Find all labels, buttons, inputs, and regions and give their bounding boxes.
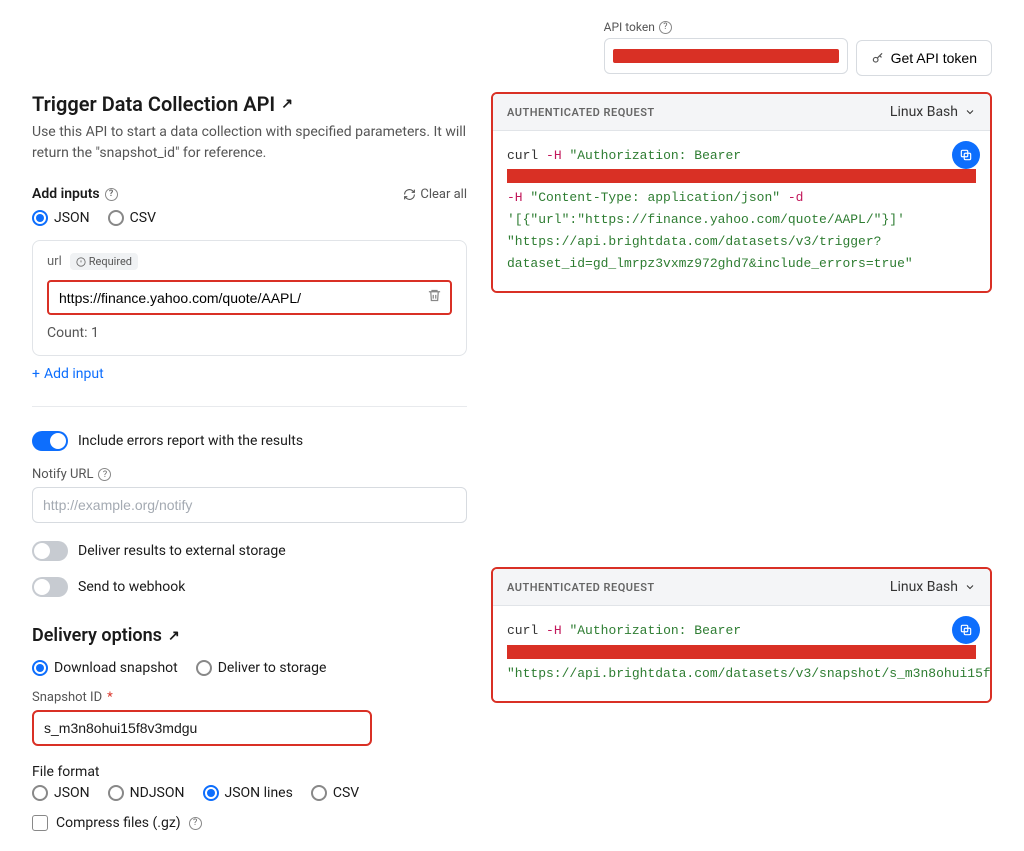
code-body: curl -H "Authorization: Bearer "https://…: [493, 606, 990, 700]
refresh-icon: [403, 188, 416, 201]
file-format-label: File format: [32, 764, 467, 780]
url-input[interactable]: [57, 289, 427, 307]
redacted-token: [507, 645, 976, 659]
radio-icon: [203, 785, 219, 801]
api-token-input[interactable]: [604, 38, 848, 74]
external-link-icon: ↗: [281, 96, 293, 112]
plus-icon: +: [32, 366, 40, 382]
trigger-api-title: Trigger Data Collection API ↗: [32, 92, 467, 116]
radio-file-ndjson[interactable]: NDJSON: [108, 785, 185, 801]
language-select[interactable]: Linux Bash: [890, 579, 976, 595]
trigger-code-panel: AUTHENTICATED REQUEST Linux Bash curl -H…: [491, 92, 992, 293]
info-icon: [76, 257, 86, 267]
notify-url-label: Notify URL ?: [32, 467, 467, 482]
help-icon: ?: [189, 817, 202, 830]
url-field-label: url: [47, 254, 62, 269]
api-token-label: API token ?: [604, 20, 848, 34]
key-icon: [871, 51, 885, 65]
compress-label: Compress files (.gz): [56, 815, 181, 831]
radio-file-csv[interactable]: CSV: [311, 785, 359, 801]
copy-icon: [959, 623, 973, 637]
help-icon: ?: [105, 188, 118, 201]
snapshot-id-label: Snapshot ID *: [32, 690, 467, 705]
notify-url-input[interactable]: [32, 487, 467, 523]
clear-all-button[interactable]: Clear all: [403, 187, 467, 202]
get-api-token-button[interactable]: Get API token: [856, 40, 992, 76]
webhook-toggle[interactable]: [32, 577, 68, 597]
delivery-options-title: Delivery options ↗: [32, 625, 467, 646]
count-row: Count: 1: [47, 325, 452, 341]
radio-icon: [108, 210, 124, 226]
help-icon: ?: [659, 21, 672, 34]
compress-checkbox[interactable]: [32, 815, 48, 831]
trigger-api-description: Use this API to start a data collection …: [32, 122, 467, 164]
code-panel-title: AUTHENTICATED REQUEST: [507, 106, 655, 119]
redacted-token: [507, 169, 976, 183]
radio-csv[interactable]: CSV: [108, 210, 156, 226]
radio-file-jsonlines[interactable]: JSON lines: [203, 785, 293, 801]
include-errors-label: Include errors report with the results: [78, 433, 303, 449]
chevron-down-icon: [964, 106, 976, 118]
delivery-mode-radios: Download snapshot Deliver to storage: [32, 660, 467, 676]
code-panel-title: AUTHENTICATED REQUEST: [507, 581, 655, 594]
help-icon: ?: [98, 468, 111, 481]
copy-icon: [959, 148, 973, 162]
add-input-button[interactable]: + Add input: [32, 366, 467, 382]
radio-icon: [32, 660, 48, 676]
chevron-down-icon: [964, 581, 976, 593]
trash-icon[interactable]: [427, 288, 442, 307]
radio-icon: [311, 785, 327, 801]
webhook-label: Send to webhook: [78, 579, 185, 595]
radio-icon: [32, 785, 48, 801]
required-badge: Required: [70, 253, 138, 270]
external-storage-toggle[interactable]: [32, 541, 68, 561]
radio-download-snapshot[interactable]: Download snapshot: [32, 660, 178, 676]
language-select[interactable]: Linux Bash: [890, 104, 976, 120]
radio-icon: [196, 660, 212, 676]
divider: [32, 406, 467, 407]
input-format-radios: JSON CSV: [32, 210, 467, 226]
snapshot-code-panel: AUTHENTICATED REQUEST Linux Bash curl -H…: [491, 567, 992, 702]
external-storage-label: Deliver results to external storage: [78, 543, 286, 559]
radio-deliver-to-storage[interactable]: Deliver to storage: [196, 660, 327, 676]
copy-button[interactable]: [952, 141, 980, 169]
include-errors-toggle[interactable]: [32, 431, 68, 451]
url-input-wrap: [47, 280, 452, 315]
input-card: url Required Count: 1: [32, 240, 467, 356]
external-link-icon: ↗: [168, 628, 180, 644]
radio-json[interactable]: JSON: [32, 210, 90, 226]
radio-file-json[interactable]: JSON: [32, 785, 90, 801]
redacted-token: [613, 49, 839, 63]
radio-icon: [108, 785, 124, 801]
snapshot-id-input[interactable]: [32, 710, 372, 746]
file-format-radios: JSON NDJSON JSON lines CSV: [32, 785, 467, 801]
add-inputs-label: Add inputs ?: [32, 186, 118, 202]
radio-icon: [32, 210, 48, 226]
code-body: curl -H "Authorization: Bearer -H "Conte…: [493, 131, 990, 291]
